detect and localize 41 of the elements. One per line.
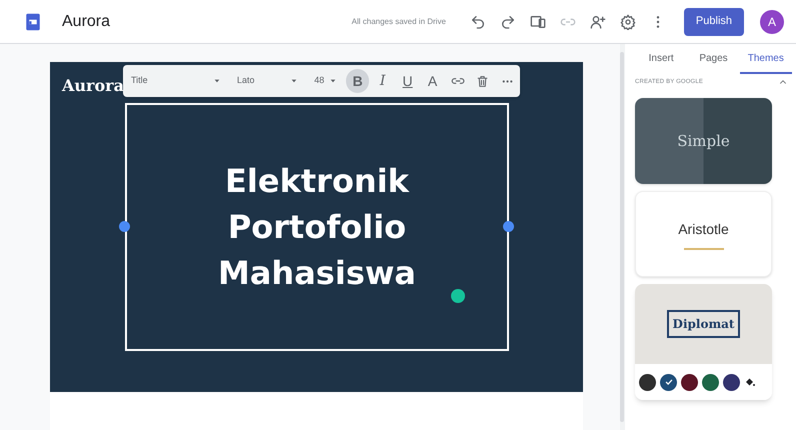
style-dropdown[interactable]: Title (123, 65, 229, 97)
title-text-box[interactable]: Elektronik Portofolio Mahasiswa (125, 103, 509, 351)
account-avatar[interactable]: A (760, 10, 784, 34)
caret-down-icon (290, 77, 298, 85)
theme-name: Diplomat (666, 310, 740, 338)
underline-button[interactable]: U (396, 69, 420, 93)
theme-name: Simple (677, 130, 730, 152)
bold-button[interactable]: B (346, 69, 370, 93)
theme-card[interactable]: Aristotle (635, 191, 772, 277)
site-title[interactable]: Aurora (62, 10, 110, 34)
italic-button[interactable]: I (371, 69, 394, 93)
grammar-badge-icon[interactable] (451, 289, 465, 303)
device-preview-icon[interactable] (530, 14, 546, 30)
text-color-button[interactable]: A (421, 69, 444, 93)
color-swatch[interactable] (723, 374, 740, 390)
page-title: Elektronik Portofolio Mahasiswa (218, 161, 416, 294)
resize-handle[interactable] (503, 221, 514, 232)
panel-tab[interactable]: Insert (635, 51, 688, 74)
color-swatch[interactable] (660, 374, 677, 390)
undo-icon[interactable] (470, 14, 486, 30)
size-dropdown[interactable]: 48 (306, 65, 346, 97)
font-dropdown[interactable]: Lato (228, 65, 306, 97)
trash-icon (476, 74, 490, 88)
settings-icon[interactable] (620, 14, 636, 30)
caret-down-icon (329, 77, 338, 85)
redo-icon[interactable] (500, 14, 516, 30)
site-name[interactable]: Aurora (62, 74, 124, 98)
panel-tab[interactable]: Pages (687, 51, 740, 74)
publish-button[interactable]: Publish (684, 8, 744, 36)
color-swatch[interactable] (639, 374, 656, 390)
theme-card[interactable]: Simple (635, 98, 772, 184)
add-person-icon[interactable] (590, 14, 606, 30)
color-swatch[interactable] (702, 374, 719, 390)
save-status: All changes saved in Drive (352, 16, 446, 28)
theme-name: Aristotle (678, 220, 729, 238)
resize-handle[interactable] (119, 221, 130, 232)
check-icon (664, 377, 674, 387)
color-swatch[interactable] (681, 374, 698, 390)
accent-line (684, 248, 724, 250)
panel-tab[interactable]: Themes (740, 51, 792, 74)
caret-down-icon (212, 77, 221, 85)
